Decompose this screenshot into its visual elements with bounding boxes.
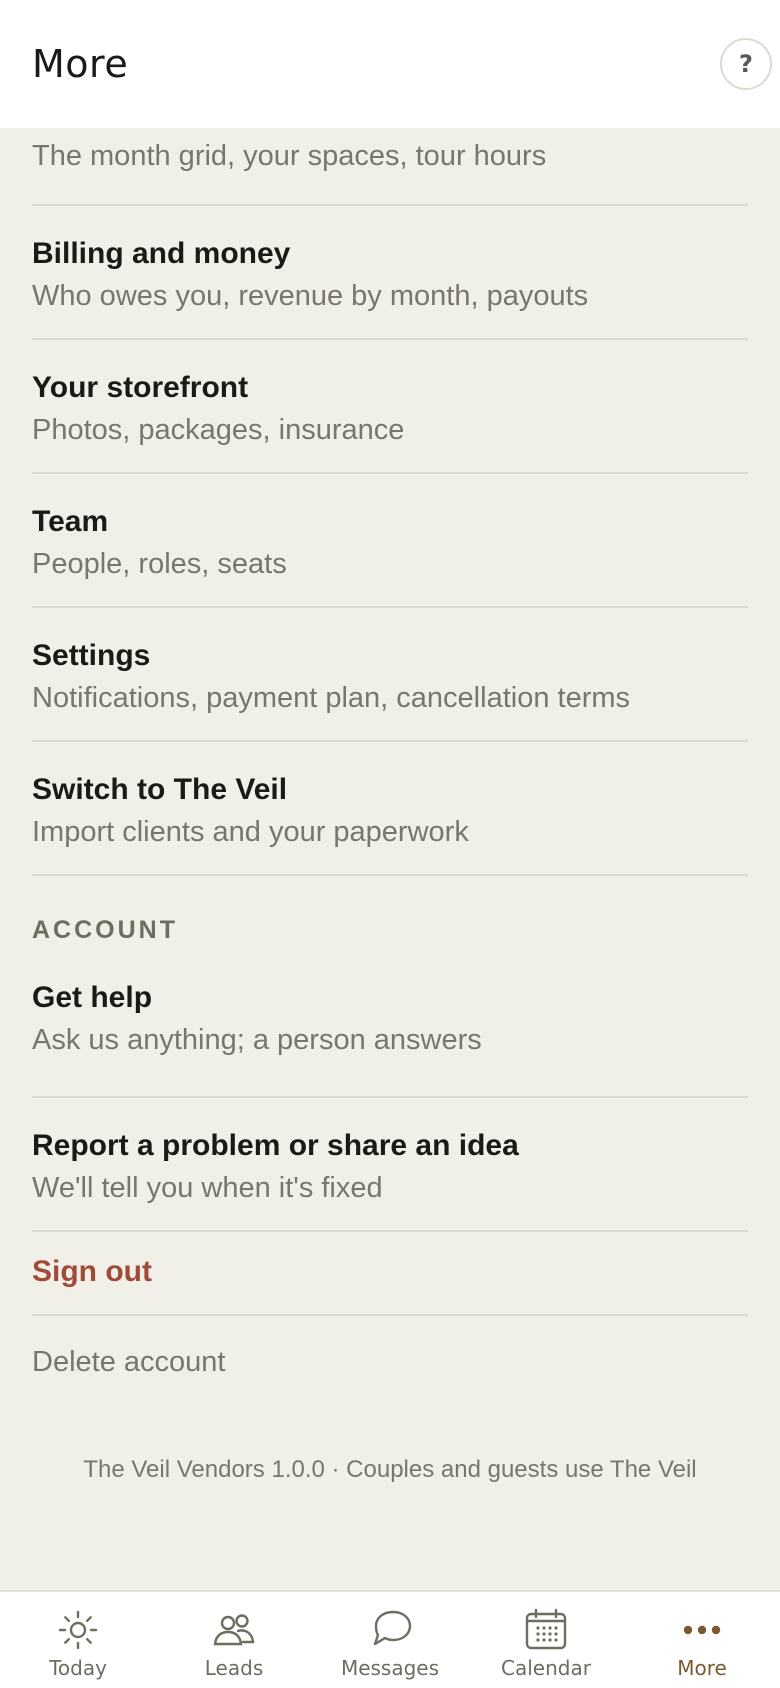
help-icon: ? xyxy=(739,50,753,78)
bottom-tab-bar: Today Leads Messages Calendar More xyxy=(0,1590,780,1688)
menu-item-subtitle: Who owes you, revenue by month, payouts xyxy=(32,280,589,312)
tab-label: Today xyxy=(49,1656,107,1680)
menu-item-team[interactable]: Team People, roles, seats xyxy=(32,474,748,608)
top-bar: More ? xyxy=(0,0,780,128)
delete-account-button[interactable]: Delete account xyxy=(32,1316,748,1404)
calendar-icon xyxy=(525,1608,567,1650)
tab-label: More xyxy=(677,1656,727,1680)
menu-item-subtitle: The month grid, your spaces, tour hours xyxy=(32,140,547,172)
tab-more[interactable]: More xyxy=(624,1592,780,1688)
menu-item-billing[interactable]: Billing and money Who owes you, revenue … xyxy=(32,206,748,340)
menu-item-title: Your storefront xyxy=(32,371,249,404)
menu-item-storefront[interactable]: Your storefront Photos, packages, insura… xyxy=(32,340,748,474)
tab-messages[interactable]: Messages xyxy=(312,1592,468,1688)
menu-item-report-problem[interactable]: Report a problem or share an idea We'll … xyxy=(32,1098,748,1232)
menu-item-title: Switch to The Veil xyxy=(32,773,288,806)
tab-today[interactable]: Today xyxy=(0,1592,156,1688)
menu-item-switch[interactable]: Switch to The Veil Import clients and yo… xyxy=(32,742,748,876)
menu-item-subtitle: Import clients and your paperwork xyxy=(32,816,469,848)
tab-label: Calendar xyxy=(501,1656,591,1680)
tab-label: Messages xyxy=(340,1656,440,1680)
menu-item-subtitle: We'll tell you when it's fixed xyxy=(32,1172,383,1204)
more-dots-icon xyxy=(683,1625,721,1635)
menu-item-title: Team xyxy=(32,505,109,538)
menu-item-subtitle: Notifications, payment plan, cancellatio… xyxy=(32,682,631,714)
help-button[interactable]: ? xyxy=(720,38,772,90)
menu-item-subtitle: People, roles, seats xyxy=(32,548,287,580)
menu-item-settings[interactable]: Settings Notifications, payment plan, ca… xyxy=(32,608,748,742)
tab-leads[interactable]: Leads xyxy=(156,1592,312,1688)
menu-item-subtitle: Ask us anything; a person answers xyxy=(32,1024,482,1056)
menu-item-title: Billing and money xyxy=(32,237,291,270)
tab-label: Leads xyxy=(204,1656,264,1680)
account-section-label: ACCOUNT xyxy=(32,916,178,944)
menu-list: The month grid, your spaces, tour hours … xyxy=(32,92,748,1404)
menu-item-title: Get help xyxy=(32,981,153,1014)
more-scroll-area[interactable]: The month grid, your spaces, tour hours … xyxy=(0,0,780,1590)
sign-out-button[interactable]: Sign out xyxy=(32,1232,748,1316)
chat-bubble-icon xyxy=(373,1610,412,1646)
people-icon xyxy=(213,1614,255,1646)
version-footer: The Veil Vendors 1.0.0 · Couples and gue… xyxy=(83,1456,697,1483)
menu-item-subtitle: Photos, packages, insurance xyxy=(32,414,405,446)
tab-calendar[interactable]: Calendar xyxy=(468,1592,624,1688)
more-screen: The month grid, your spaces, tour hours … xyxy=(0,0,780,1688)
menu-item-title: Report a problem or share an idea xyxy=(32,1129,519,1162)
menu-item-title: Settings xyxy=(32,639,151,672)
sun-icon xyxy=(58,1610,98,1650)
menu-item-get-help[interactable]: Get help Ask us anything; a person answe… xyxy=(32,964,748,1098)
page-title: More xyxy=(32,42,129,86)
